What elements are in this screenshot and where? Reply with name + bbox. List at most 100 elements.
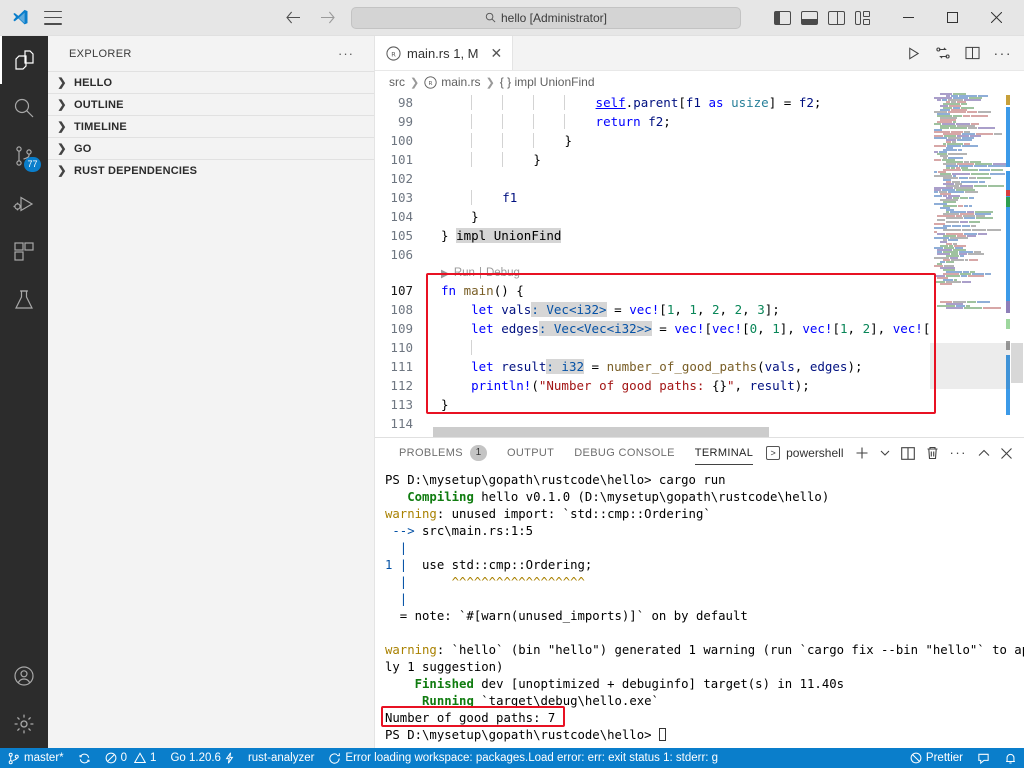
codelens-play-icon: ▶ [441, 267, 450, 280]
chevron-down-icon[interactable] [880, 449, 890, 457]
chevron-right-icon: ❯ [57, 77, 67, 89]
code-line: 100 } [375, 131, 1024, 150]
quick-input-value: hello [Administrator] [500, 10, 608, 25]
line-number: 99 [397, 114, 413, 129]
editor-minimap[interactable] [930, 93, 1010, 437]
sidebar-item-hello[interactable]: ❯ HELLO [48, 71, 374, 93]
toggle-secondary-sidebar-icon[interactable] [828, 10, 845, 25]
line-number: 101 [390, 152, 413, 167]
editor-tab-label: main.rs 1, M [407, 45, 479, 61]
window-minimize-button[interactable] [886, 1, 930, 35]
lightning-icon [225, 752, 234, 764]
window-maximize-button[interactable] [930, 1, 974, 35]
sidebar-item-go[interactable]: ❯ GO [48, 137, 374, 159]
breadcrumb-label: { } impl UnionFind [499, 75, 595, 89]
minimap-slider[interactable] [930, 343, 1010, 389]
code-line: 107 fn main() { [375, 281, 1024, 300]
close-panel-icon[interactable] [1001, 447, 1012, 459]
terminal-line: PS D:\mysetup\gopath\rustcode\hello> car… [385, 473, 726, 487]
terminal-line: PS D:\mysetup\gopath\rustcode\hello> [385, 727, 1024, 744]
line-number: 114 [390, 416, 413, 431]
activity-bar-item-accounts[interactable] [0, 652, 48, 700]
line-content: } [433, 133, 572, 148]
activity-bar-item-run-and-debug[interactable] [0, 180, 48, 228]
status-feedback[interactable] [970, 748, 997, 768]
new-terminal-icon[interactable] [855, 446, 869, 460]
line-content: fn main() { [441, 283, 524, 298]
status-sync[interactable] [71, 748, 98, 768]
editor-vertical-scrollbar[interactable] [1010, 93, 1024, 437]
window-close-button[interactable] [974, 1, 1018, 35]
sidebar-item-rust-dependencies[interactable]: ❯ RUST DEPENDENCIES [48, 159, 374, 181]
kill-terminal-icon[interactable] [926, 446, 939, 460]
more-actions-icon[interactable]: ··· [994, 46, 1013, 60]
line-content [433, 247, 449, 262]
inlay-type-hint: : i32 [546, 359, 585, 374]
panel-tab-label: PROBLEMS [399, 447, 463, 459]
chevron-right-icon: ❯ [410, 76, 420, 89]
sidebar-item-timeline[interactable]: ❯ TIMELINE [48, 115, 374, 137]
status-go-label: Go 1.20.6 [170, 752, 221, 764]
split-editor-icon[interactable] [964, 46, 980, 60]
breadcrumb-item-symbol[interactable]: { } impl UnionFind [500, 75, 595, 89]
status-prettier[interactable]: Prettier [903, 748, 970, 768]
status-rust-analyzer[interactable]: rust-analyzer [241, 748, 321, 768]
close-icon[interactable]: ✕ [491, 46, 503, 60]
breadcrumb-item-src[interactable]: src [389, 75, 405, 89]
run-file-icon[interactable] [906, 46, 921, 61]
panel-tab-terminal[interactable]: TERMINAL [685, 438, 763, 468]
status-workspace-error[interactable]: Error loading workspace: packages.Load e… [321, 748, 725, 768]
status-workspace-error-label: Error loading workspace: packages.Load e… [345, 752, 719, 764]
gear-icon [12, 712, 36, 736]
panel-tab-output[interactable]: OUTPUT [497, 438, 564, 468]
code-editor[interactable]: 98 self.parent[f1 as usize] = f2; 99 ret… [375, 93, 1024, 437]
panel-tab-problems[interactable]: PROBLEMS 1 [389, 438, 497, 468]
run-and-debug-icon[interactable] [935, 45, 951, 61]
line-content: } impl UnionFind [441, 228, 562, 243]
editor-tab-main-rs[interactable]: R main.rs 1, M ✕ [375, 36, 514, 70]
source-control-branch-icon [7, 752, 20, 765]
inlay-type-hint: : Vec<i32> [531, 302, 607, 317]
codelens-run-debug[interactable]: ▶ Run | Debug [375, 264, 1024, 281]
sidebar-item-outline[interactable]: ❯ OUTLINE [48, 93, 374, 115]
terminal-output[interactable]: PS D:\mysetup\gopath\rustcode\hello> car… [375, 468, 1024, 748]
status-go-version[interactable]: Go 1.20.6 [163, 748, 241, 768]
activity-bar-item-search[interactable] [0, 84, 48, 132]
activity-bar-item-explorer[interactable] [0, 36, 48, 84]
customize-layout-icon[interactable] [855, 10, 872, 25]
activity-bar-item-source-control[interactable]: 77 [0, 132, 48, 180]
code-line: 102 [375, 169, 1024, 188]
status-notifications[interactable] [997, 748, 1024, 768]
terminal-line: Compiling hello v0.1.0 (D:\mysetup\gopat… [407, 490, 830, 504]
code-line: 105 } impl UnionFind [375, 226, 1024, 245]
line-number: 108 [390, 302, 413, 317]
line-content: let vals: Vec<i32> = vec![1, 1, 2, 2, 3]… [471, 302, 780, 317]
rust-file-icon: R [424, 75, 437, 89]
split-terminal-icon[interactable] [900, 446, 915, 460]
codelens-run-label[interactable]: Run [454, 267, 475, 279]
hamburger-menu-icon[interactable] [44, 10, 62, 25]
code-line: 112 println!("Number of good paths: {}",… [375, 376, 1024, 395]
status-problems[interactable]: 0 1 [98, 748, 164, 768]
quick-input-search-box[interactable]: hello [Administrator] [351, 6, 741, 29]
toggle-primary-sidebar-icon[interactable] [774, 10, 791, 25]
activity-bar-item-settings[interactable] [0, 700, 48, 748]
code-lines: 98 self.parent[f1 as usize] = f2; 99 ret… [375, 93, 1024, 437]
vscode-window: hello [Administrator] 77 EXPLORER ··· ❯ … [0, 0, 1024, 768]
more-actions-icon[interactable]: ··· [950, 446, 968, 459]
toggle-panel-icon[interactable] [801, 10, 818, 25]
sidebar-more-actions-icon[interactable]: ··· [338, 46, 354, 61]
maximize-panel-icon[interactable] [978, 449, 990, 458]
activity-bar-item-testing[interactable] [0, 276, 48, 324]
activity-bar-item-extensions[interactable] [0, 228, 48, 276]
go-forward-button[interactable] [317, 8, 337, 28]
panel-tab-debug-console[interactable]: DEBUG CONSOLE [564, 438, 685, 468]
go-back-button[interactable] [283, 8, 303, 28]
code-line: 103 f1 [375, 188, 1024, 207]
breadcrumb-item-main-rs[interactable]: R main.rs [424, 75, 481, 89]
terminal-shell-selector[interactable]: > powershell [766, 446, 844, 460]
editor-horizontal-scrollbar[interactable] [433, 427, 926, 437]
status-branch[interactable]: master* [0, 748, 71, 768]
codelens-debug-label[interactable]: Debug [486, 267, 520, 279]
line-content [433, 171, 449, 186]
